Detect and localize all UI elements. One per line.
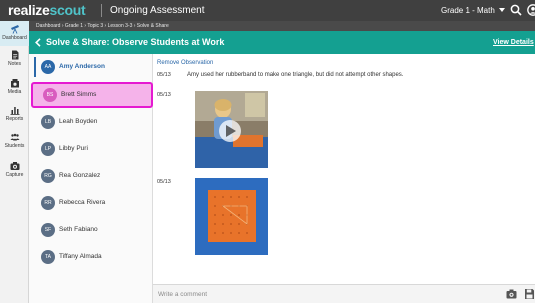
telescope-icon (10, 25, 19, 34)
notes-icon (11, 50, 18, 60)
selected-indicator (34, 57, 36, 77)
student-name: Rebecca Rivera (59, 199, 106, 206)
nav-capture[interactable]: Capture (0, 161, 29, 183)
student-item-amy-anderson[interactable]: AA Amy Anderson (29, 54, 153, 80)
breadcrumb[interactable]: Dashboard › Grade 1 › Topic 3 › Lesson 3… (29, 21, 535, 31)
nav-students-label: Students (4, 143, 25, 149)
student-item-brett-simms[interactable]: BS Brett Simms (31, 82, 153, 108)
student-item-leah-boyden[interactable]: LB Leah Boyden (29, 109, 153, 135)
chevron-down-icon (498, 8, 505, 12)
grade-selector[interactable]: Grade 1 - Math (441, 5, 505, 16)
student-avatar: TA (41, 250, 55, 264)
media-icon (10, 79, 19, 88)
student-name: Libby Puri (59, 145, 88, 152)
student-avatar: AA (41, 60, 55, 74)
nav-media[interactable]: Media (0, 78, 29, 100)
student-name: Brett Simms (61, 91, 97, 98)
reports-icon (10, 107, 19, 115)
topbar-divider (101, 4, 102, 17)
top-bar: realizescout Ongoing Assessment Grade 1 … (0, 0, 535, 21)
student-photo (195, 91, 268, 168)
observation-video-thumbnail[interactable] (195, 91, 268, 168)
nav-notes-label: Notes (7, 61, 22, 67)
realize-scout-logo[interactable]: realizescout (8, 2, 86, 19)
student-name: Tiffany Almada (59, 253, 102, 260)
student-name: Leah Boyden (59, 118, 98, 125)
geoboard-photo (195, 178, 268, 255)
observation-panel: Remove Observation 05/13 Amy used her ru… (153, 54, 535, 284)
comment-input[interactable] (153, 285, 493, 303)
student-avatar: LB (41, 115, 55, 129)
student-avatar: RG (41, 169, 55, 183)
student-item-rebecca-rivera[interactable]: RR Rebecca Rivera (29, 190, 153, 216)
back-arrow-icon[interactable] (35, 38, 41, 47)
observation-date: 05/13 (157, 179, 171, 185)
nav-notes[interactable]: Notes (0, 50, 29, 72)
nav-reports[interactable]: Reports (0, 105, 29, 127)
nav-capture-label: Capture (5, 172, 24, 178)
left-nav: Dashboard Notes Media Reports Students C… (0, 21, 29, 303)
observation-date: 05/13 (157, 72, 171, 78)
comment-bar (153, 284, 535, 303)
student-avatar: RR (41, 196, 55, 210)
nav-media-label: Media (7, 89, 22, 95)
student-item-rea-gonzalez[interactable]: RG Rea Gonzalez (29, 163, 153, 189)
student-list: AA Amy Anderson BS Brett Simms LB Leah B… (29, 54, 153, 303)
logo-text-realize: realize (8, 2, 50, 18)
view-details-link[interactable]: View Details (493, 37, 534, 48)
nav-reports-label: Reports (5, 116, 24, 122)
page-title: Solve & Share: Observe Students at Work (46, 37, 225, 47)
observation-date: 05/13 (157, 92, 171, 98)
nav-dashboard[interactable]: Dashboard (0, 21, 29, 46)
student-name: Seth Fabiano (59, 226, 98, 233)
save-icon[interactable] (524, 288, 535, 300)
grade-selector-label: Grade 1 - Math (441, 6, 495, 15)
app-title: Ongoing Assessment (110, 5, 205, 16)
logo-text-scout: scout (49, 2, 86, 18)
camera-icon (10, 162, 19, 170)
student-avatar: BS (43, 88, 57, 102)
remove-observation-link[interactable]: Remove Observation (157, 59, 213, 67)
student-name: Amy Anderson (59, 63, 105, 70)
nav-students[interactable]: Students (0, 132, 29, 154)
user-account-icon[interactable] (527, 4, 535, 16)
search-icon[interactable] (510, 4, 522, 16)
camera-icon[interactable] (506, 289, 517, 299)
student-item-libby-puri[interactable]: LP Libby Puri (29, 136, 153, 162)
student-avatar: SF (41, 223, 55, 237)
observation-photo-thumbnail[interactable] (195, 178, 268, 255)
student-item-tiffany-almada[interactable]: TA Tiffany Almada (29, 244, 153, 270)
page-header: Solve & Share: Observe Students at Work … (29, 31, 535, 54)
student-item-seth-fabiano[interactable]: SF Seth Fabiano (29, 217, 153, 243)
students-icon (10, 133, 19, 141)
observation-text: Amy used her rubberband to make one tria… (187, 72, 404, 78)
student-avatar: LP (41, 142, 55, 156)
nav-dashboard-label: Dashboard (2, 35, 27, 41)
student-name: Rea Gonzalez (59, 172, 101, 179)
